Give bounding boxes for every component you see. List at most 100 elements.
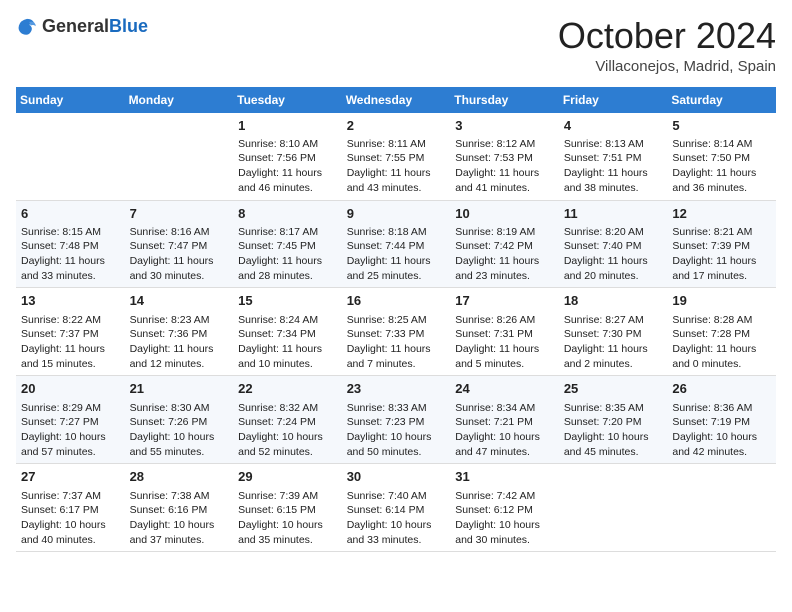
day-number: 8 (238, 205, 337, 223)
day-content: Sunrise: 8:33 AMSunset: 7:23 PMDaylight:… (347, 401, 446, 460)
calendar-cell: 12 Sunrise: 8:21 AMSunset: 7:39 PMDayligh… (667, 200, 776, 288)
day-number: 21 (130, 380, 229, 398)
day-number: 11 (564, 205, 663, 223)
weekday-header-sunday: Sunday (16, 87, 125, 113)
month-title: October 2024 (558, 16, 776, 56)
day-content: Sunrise: 8:34 AMSunset: 7:21 PMDaylight:… (455, 401, 554, 460)
logo-general: General (42, 17, 109, 37)
day-number: 12 (672, 205, 771, 223)
day-content: Sunrise: 7:37 AMSunset: 6:17 PMDaylight:… (21, 489, 120, 548)
day-content: Sunrise: 8:24 AMSunset: 7:34 PMDaylight:… (238, 313, 337, 372)
day-number: 16 (347, 292, 446, 310)
calendar-cell: 29Sunrise: 7:39 AMSunset: 6:15 PMDayligh… (233, 464, 342, 552)
calendar-cell: 8Sunrise: 8:17 AMSunset: 7:45 PMDaylight… (233, 200, 342, 288)
day-number: 9 (347, 205, 446, 223)
calendar-cell: 25 Sunrise: 8:35 AMSunset: 7:20 PMDayligh… (559, 376, 668, 464)
calendar-cell: 9 Sunrise: 8:18 AMSunset: 7:44 PMDaylight… (342, 200, 451, 288)
calendar-week-row: 6Sunrise: 8:15 AMSunset: 7:48 PMDaylight… (16, 200, 776, 288)
calendar-cell: 22 Sunrise: 8:32 AMSunset: 7:24 PMDayligh… (233, 376, 342, 464)
weekday-header-friday: Friday (559, 87, 668, 113)
day-content: Sunrise: 8:35 AMSunset: 7:20 PMDaylight:… (564, 401, 663, 460)
day-content: Sunrise: 8:22 AMSunset: 7:37 PMDaylight:… (21, 313, 120, 372)
day-number: 7 (130, 205, 229, 223)
weekday-header-saturday: Saturday (667, 87, 776, 113)
calendar-cell: 17Sunrise: 8:26 AMSunset: 7:31 PMDayligh… (450, 288, 559, 376)
day-number: 26 (672, 380, 771, 398)
day-content: Sunrise: 8:28 AMSunset: 7:28 PMDaylight:… (672, 313, 771, 372)
day-content: Sunrise: 8:15 AMSunset: 7:48 PMDaylight:… (21, 225, 120, 284)
day-content: Sunrise: 8:21 AMSunset: 7:39 PMDaylight:… (672, 225, 771, 284)
calendar-week-row: 13 Sunrise: 8:22 AMSunset: 7:37 PMDayligh… (16, 288, 776, 376)
day-number: 13 (21, 292, 120, 310)
day-number: 25 (564, 380, 663, 398)
calendar-cell: 30 Sunrise: 7:40 AMSunset: 6:14 PMDayligh… (342, 464, 451, 552)
day-content: Sunrise: 8:32 AMSunset: 7:24 PMDaylight:… (238, 401, 337, 460)
day-number: 4 (564, 117, 663, 135)
day-number: 28 (130, 468, 229, 486)
weekday-header-thursday: Thursday (450, 87, 559, 113)
weekday-header-monday: Monday (125, 87, 234, 113)
calendar-cell: 13 Sunrise: 8:22 AMSunset: 7:37 PMDayligh… (16, 288, 125, 376)
day-number: 1 (238, 117, 337, 135)
day-number: 10 (455, 205, 554, 223)
day-number: 14 (130, 292, 229, 310)
logo: General Blue (16, 16, 148, 38)
day-number: 31 (455, 468, 554, 486)
day-number: 30 (347, 468, 446, 486)
calendar-cell: 26 Sunrise: 8:36 AMSunset: 7:19 PMDayligh… (667, 376, 776, 464)
calendar-cell: 31 Sunrise: 7:42 AMSunset: 6:12 PMDayligh… (450, 464, 559, 552)
calendar-cell (16, 113, 125, 200)
location: Villaconejos, Madrid, Spain (558, 58, 776, 75)
calendar-cell: 20Sunrise: 8:29 AMSunset: 7:27 PMDayligh… (16, 376, 125, 464)
calendar-cell: 1Sunrise: 8:10 AMSunset: 7:56 PMDaylight… (233, 113, 342, 200)
day-number: 19 (672, 292, 771, 310)
day-content: Sunrise: 8:23 AMSunset: 7:36 PMDaylight:… (130, 313, 229, 372)
day-number: 18 (564, 292, 663, 310)
day-content: Sunrise: 8:12 AMSunset: 7:53 PMDaylight:… (455, 137, 554, 196)
calendar-table: SundayMondayTuesdayWednesdayThursdayFrid… (16, 87, 776, 553)
day-content: Sunrise: 8:13 AMSunset: 7:51 PMDaylight:… (564, 137, 663, 196)
calendar-cell: 18 Sunrise: 8:27 AMSunset: 7:30 PMDayligh… (559, 288, 668, 376)
day-content: Sunrise: 8:30 AMSunset: 7:26 PMDaylight:… (130, 401, 229, 460)
calendar-week-row: 27 Sunrise: 7:37 AMSunset: 6:17 PMDayligh… (16, 464, 776, 552)
title-block: October 2024 Villaconejos, Madrid, Spain (558, 16, 776, 75)
calendar-cell: 28 Sunrise: 7:38 AMSunset: 6:16 PMDayligh… (125, 464, 234, 552)
logo-text: General Blue (42, 17, 148, 37)
calendar-cell: 15Sunrise: 8:24 AMSunset: 7:34 PMDayligh… (233, 288, 342, 376)
day-content: Sunrise: 8:20 AMSunset: 7:40 PMDaylight:… (564, 225, 663, 284)
day-content: Sunrise: 8:11 AMSunset: 7:55 PMDaylight:… (347, 137, 446, 196)
day-content: Sunrise: 8:36 AMSunset: 7:19 PMDaylight:… (672, 401, 771, 460)
day-content: Sunrise: 8:18 AMSunset: 7:44 PMDaylight:… (347, 225, 446, 284)
calendar-cell: 7 Sunrise: 8:16 AMSunset: 7:47 PMDaylight… (125, 200, 234, 288)
day-number: 22 (238, 380, 337, 398)
day-content: Sunrise: 8:27 AMSunset: 7:30 PMDaylight:… (564, 313, 663, 372)
day-number: 27 (21, 468, 120, 486)
calendar-cell: 27 Sunrise: 7:37 AMSunset: 6:17 PMDayligh… (16, 464, 125, 552)
calendar-cell: 5Sunrise: 8:14 AMSunset: 7:50 PMDaylight… (667, 113, 776, 200)
calendar-cell: 2 Sunrise: 8:11 AMSunset: 7:55 PMDaylight… (342, 113, 451, 200)
calendar-cell: 24Sunrise: 8:34 AMSunset: 7:21 PMDayligh… (450, 376, 559, 464)
day-content: Sunrise: 8:14 AMSunset: 7:50 PMDaylight:… (672, 137, 771, 196)
page-header: General Blue October 2024 Villaconejos, … (16, 16, 776, 75)
logo-icon (16, 16, 38, 38)
day-content: Sunrise: 7:38 AMSunset: 6:16 PMDaylight:… (130, 489, 229, 548)
day-content: Sunrise: 7:40 AMSunset: 6:14 PMDaylight:… (347, 489, 446, 548)
calendar-cell: 21 Sunrise: 8:30 AMSunset: 7:26 PMDayligh… (125, 376, 234, 464)
day-content: Sunrise: 7:42 AMSunset: 6:12 PMDaylight:… (455, 489, 554, 548)
day-content: Sunrise: 8:25 AMSunset: 7:33 PMDaylight:… (347, 313, 446, 372)
day-content: Sunrise: 8:16 AMSunset: 7:47 PMDaylight:… (130, 225, 229, 284)
calendar-cell: 16 Sunrise: 8:25 AMSunset: 7:33 PMDayligh… (342, 288, 451, 376)
weekday-header-tuesday: Tuesday (233, 87, 342, 113)
calendar-cell: 3 Sunrise: 8:12 AMSunset: 7:53 PMDaylight… (450, 113, 559, 200)
calendar-cell: 14 Sunrise: 8:23 AMSunset: 7:36 PMDayligh… (125, 288, 234, 376)
calendar-week-row: 20Sunrise: 8:29 AMSunset: 7:27 PMDayligh… (16, 376, 776, 464)
day-number: 3 (455, 117, 554, 135)
day-number: 2 (347, 117, 446, 135)
weekday-header-wednesday: Wednesday (342, 87, 451, 113)
calendar-cell: 11 Sunrise: 8:20 AMSunset: 7:40 PMDayligh… (559, 200, 668, 288)
calendar-cell (559, 464, 668, 552)
day-number: 23 (347, 380, 446, 398)
calendar-week-row: 1Sunrise: 8:10 AMSunset: 7:56 PMDaylight… (16, 113, 776, 200)
day-content: Sunrise: 8:26 AMSunset: 7:31 PMDaylight:… (455, 313, 554, 372)
calendar-cell: 4 Sunrise: 8:13 AMSunset: 7:51 PMDaylight… (559, 113, 668, 200)
